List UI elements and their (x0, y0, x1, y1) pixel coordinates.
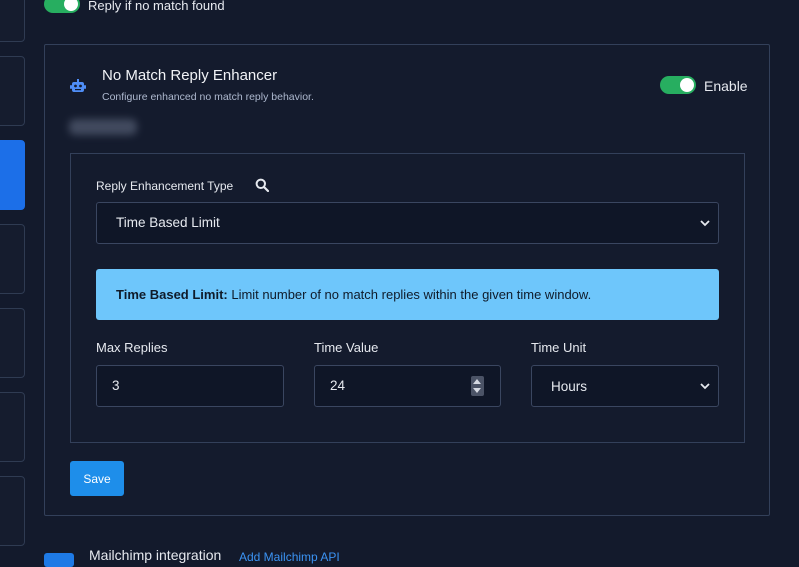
alert-body: Limit number of no match replies within … (227, 287, 592, 302)
number-stepper[interactable] (471, 376, 484, 396)
sidebar-tile[interactable] (0, 476, 25, 546)
reply-type-label: Reply Enhancement Type (96, 179, 234, 193)
enable-label: Enable (704, 78, 748, 94)
enable-toggle[interactable] (660, 76, 696, 94)
reply-no-match-toggle[interactable] (44, 0, 80, 13)
sidebar-tile[interactable] (0, 56, 25, 126)
max-replies-input[interactable]: 3 (96, 365, 284, 407)
stepper-up-icon[interactable] (473, 379, 481, 384)
mailchimp-section-title: Mailchimp integration (89, 547, 222, 563)
info-alert: Time Based Limit: Limit number of no mat… (96, 269, 719, 320)
max-replies-label: Max Replies (96, 340, 168, 355)
save-button[interactable]: Save (70, 461, 124, 496)
no-match-reply-enhancer-card: No Match Reply Enhancer Configure enhanc… (44, 44, 770, 516)
add-mailchimp-api-link[interactable]: Add Mailchimp API (239, 550, 340, 564)
robot-icon (70, 79, 86, 92)
chevron-down-icon (700, 383, 710, 390)
time-unit-select[interactable]: Hours (531, 365, 719, 407)
time-value-label: Time Value (314, 340, 379, 355)
sidebar-tile[interactable] (0, 308, 25, 378)
stepper-down-icon[interactable] (473, 388, 481, 393)
toggle-knob (680, 78, 694, 92)
sidebar-tile[interactable] (0, 224, 25, 294)
mailchimp-icon (44, 553, 74, 567)
card-title: No Match Reply Enhancer (102, 67, 278, 84)
max-replies-value: 3 (112, 378, 120, 393)
sidebar-tile-active[interactable] (0, 140, 25, 210)
card-subtitle: Configure enhanced no match reply behavi… (102, 91, 314, 103)
search-icon[interactable] (255, 178, 269, 192)
toggle-knob (64, 0, 78, 11)
time-unit-label: Time Unit (531, 340, 587, 355)
alert-title: Time Based Limit: (116, 287, 228, 302)
sidebar-tile[interactable] (0, 392, 25, 462)
reply-no-match-label: Reply if no match found (88, 0, 225, 13)
time-value-value: 24 (330, 378, 346, 393)
enhancer-settings-panel: Reply Enhancement Type Time Based Limit … (70, 153, 745, 443)
time-value-input[interactable]: 24 (314, 365, 501, 407)
reply-type-select[interactable]: Time Based Limit (96, 202, 719, 244)
alert-text: Time Based Limit: Limit number of no mat… (116, 287, 591, 302)
time-unit-value: Hours (551, 379, 588, 394)
sidebar-tile[interactable] (0, 0, 25, 42)
blurred-text (69, 119, 137, 135)
reply-type-value: Time Based Limit (116, 215, 220, 230)
chevron-down-icon (700, 220, 710, 227)
